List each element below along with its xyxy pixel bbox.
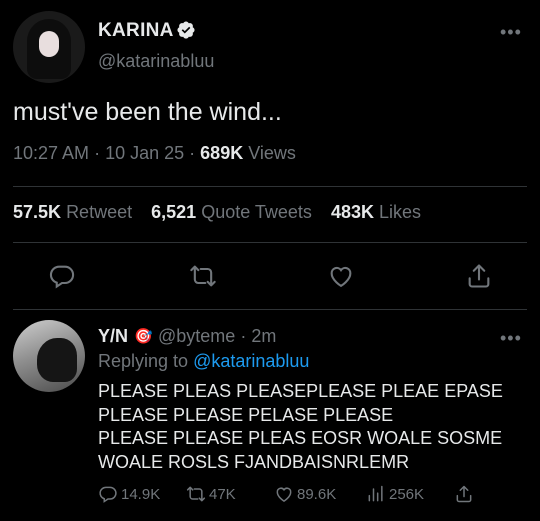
tweet-meta: 10:27 AM · 10 Jan 25 · 689K Views [13,143,296,164]
replying-to-label: Replying to [98,351,189,371]
meta-separator: · [240,326,252,346]
reply-views-action[interactable]: 256K [366,484,424,504]
more-icon[interactable]: ••• [500,22,522,43]
reply-author-handle-time: @byteme · 2m [158,326,276,347]
reply-time[interactable]: 2m [251,326,276,346]
reply-text-line: PLEASE PLEASE PLEAS EOSR WOALE SOSME [98,428,503,448]
author-display-name[interactable]: KARINA [98,20,174,42]
reply-text-line: PLEASE PLEAS PLEASEPLEASE PLEAE EPASE [98,381,503,401]
verified-badge-icon [177,21,195,39]
reply-author-display-name[interactable]: Y/N [98,326,128,347]
share-icon[interactable] [465,262,493,290]
views-label: Views [248,143,296,163]
reply-icon[interactable] [48,262,76,290]
divider [13,186,527,187]
reply-share-action[interactable] [454,484,477,504]
reply-author-handle[interactable]: @byteme [158,326,235,346]
author-avatar[interactable] [13,11,85,83]
views-count: 689K [200,143,244,163]
replying-to: Replying to @katarinabluu [98,351,309,372]
reply-likes-action[interactable]: 89.6K [274,484,336,504]
reply-replies-action[interactable]: 14.9K [98,484,160,504]
divider [13,309,527,310]
reply-text-line: PLEASE PLEASE PELASE PLEASE [98,404,394,425]
reply-retweets-count: 47K [209,485,236,503]
like-icon[interactable] [327,262,355,290]
reply-text: PLEASE PLEAS PLEASEPLEASE PLEAE EPASE PL… [98,380,518,474]
views-icon [368,485,383,502]
target-emoji-icon: 🎯 [134,328,153,345]
reply-more-icon[interactable]: ••• [500,328,522,349]
quotes-stat[interactable]: 6,521 Quote Tweets [151,202,312,222]
retweet-icon [186,486,206,502]
divider [13,242,527,243]
reply-views-count: 256K [389,485,425,503]
reply-likes-count: 89.6K [297,485,337,503]
retweets-stat[interactable]: 57.5K Retweet [13,202,132,222]
reply-text-line: WOALE ROSLS FJANDBAISNRLEMR [98,451,410,472]
reply-replies-count: 14.9K [121,485,161,503]
author-handle[interactable]: @katarinabluu [98,51,214,72]
tweet-time[interactable]: 10:27 AM [13,143,89,163]
retweet-icon[interactable] [189,262,217,290]
meta-separator: · [189,143,201,163]
likes-stat[interactable]: 483K Likes [331,202,421,222]
reply-retweets-action[interactable]: 47K [186,484,236,504]
meta-separator: · [94,143,106,163]
share-icon [456,485,472,503]
reply-icon [99,486,117,503]
like-icon [276,487,292,502]
replying-to-handle[interactable]: @katarinabluu [193,351,309,371]
tweet-stats: 57.5K Retweet 6,521 Quote Tweets 483K Li… [13,202,421,223]
tweet-date[interactable]: 10 Jan 25 [105,143,184,163]
tweet-text: must've been the wind... [13,98,282,126]
reply-author-avatar[interactable] [13,320,85,392]
